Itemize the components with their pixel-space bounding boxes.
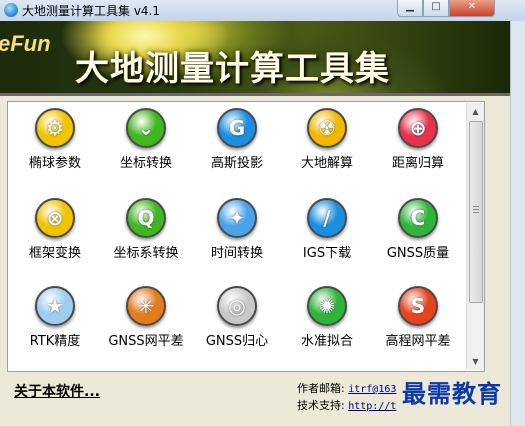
tool-label: 水准拟合 — [300, 334, 353, 349]
ring-icon: ◎ — [217, 286, 257, 326]
letter-s-icon: S — [398, 286, 438, 326]
icon-glyph: ★ — [46, 294, 64, 318]
tool-button[interactable]: G 高斯投影 — [192, 104, 282, 184]
tool-button[interactable]: ⚙ 椭球参数 — [10, 104, 100, 184]
grip-icon — [473, 206, 479, 214]
window-edge — [510, 21, 525, 426]
tool-label: IGS下载 — [302, 246, 352, 261]
icon-glyph: ✦ — [228, 206, 246, 230]
support-label: 技术支持: — [297, 399, 345, 412]
minimize-icon: ▁ — [406, 1, 414, 12]
watermark-text: 最需教育 — [402, 379, 502, 408]
vertical-scrollbar[interactable]: ▲ ▼ — [466, 103, 484, 370]
compass-icon: ✦ — [217, 198, 257, 238]
globe-icon: ⊗ — [35, 198, 75, 238]
radiation-icon: ☢ — [307, 108, 347, 148]
app-window: 大地测量计算工具集 v4.1 ▁ □ ✕ eFun 大地测量计算工具集 ⚙ 椭球参… — [0, 0, 525, 426]
letter-q-icon: Q — [126, 198, 166, 238]
support-link[interactable]: http://t — [348, 401, 396, 412]
tool-button[interactable]: S 高程网平差 — [373, 282, 463, 362]
network-icon: ✳ — [126, 286, 166, 326]
tool-label: 时间转换 — [210, 246, 263, 261]
tool-button[interactable]: Q 坐标系转换 — [101, 194, 191, 274]
letter-g-icon: G — [217, 108, 257, 148]
icon-glyph: / — [323, 206, 331, 230]
scroll-up-icon[interactable]: ▲ — [467, 103, 484, 120]
icon-glyph: Q — [137, 206, 155, 230]
tool-label: 距离归算 — [391, 156, 444, 171]
author-email[interactable]: itrf@163 — [348, 384, 396, 395]
maximize-button[interactable]: □ — [423, 0, 449, 17]
icon-glyph: ✺ — [318, 294, 336, 318]
tool-label: GNSS质量 — [386, 246, 450, 261]
icon-glyph: ◎ — [228, 294, 246, 318]
app-icon — [4, 3, 18, 17]
tool-button[interactable]: / IGS下载 — [282, 194, 372, 274]
brand-fragment: eFun — [0, 31, 51, 56]
gear-icon: ⚙ — [35, 108, 75, 148]
tool-label: RTK精度 — [29, 334, 81, 349]
icon-glyph: ✳ — [137, 294, 155, 318]
icon-glyph: C — [410, 206, 426, 230]
tool-button[interactable]: ⌄ 坐标转换 — [101, 104, 191, 184]
about-link[interactable]: 关于本软件... — [14, 381, 100, 401]
tool-button[interactable]: ✦ 时间转换 — [192, 194, 282, 274]
banner-title: 大地测量计算工具集 — [75, 49, 390, 89]
support-row: 技术支持: http://t — [297, 397, 396, 413]
scroll-down-icon[interactable]: ▼ — [467, 353, 484, 370]
crescent-icon: C — [398, 198, 438, 238]
banner-divider — [0, 93, 510, 96]
maximize-icon: □ — [431, 1, 441, 12]
tool-button[interactable]: ◎ GNSS归心 — [192, 282, 282, 362]
header-banner: eFun 大地测量计算工具集 — [0, 21, 510, 95]
tool-button[interactable]: ✺ 水准拟合 — [282, 282, 372, 362]
tool-label: 高斯投影 — [210, 156, 263, 171]
icon-glyph: ⊗ — [46, 206, 64, 230]
window-title: 大地测量计算工具集 v4.1 — [22, 4, 161, 18]
icon-glyph: ☢ — [318, 116, 336, 140]
author-label: 作者邮箱: — [297, 382, 345, 395]
tool-label: 坐标转换 — [119, 156, 172, 171]
icon-glyph: G — [228, 116, 246, 140]
close-icon: ✕ — [467, 1, 477, 12]
icon-glyph: ⚙ — [46, 116, 64, 140]
minimize-button[interactable]: ▁ — [397, 0, 423, 17]
double-chevron-down-icon: ⌄ — [126, 108, 166, 148]
close-button[interactable]: ✕ — [449, 0, 495, 17]
tool-label: GNSS网平差 — [108, 334, 184, 349]
tool-button[interactable]: ☢ 大地解算 — [282, 104, 372, 184]
tool-button[interactable]: C GNSS质量 — [373, 194, 463, 274]
spinner-icon: ✺ — [307, 286, 347, 326]
icon-glyph: ⊕ — [409, 116, 427, 140]
scroll-thumb[interactable] — [469, 121, 483, 303]
tool-label: 坐标系转换 — [113, 246, 179, 261]
author-email-row: 作者邮箱: itrf@163 — [297, 380, 396, 396]
tool-button[interactable]: ⊗ 框架变换 — [10, 194, 100, 274]
tool-label: 大地解算 — [300, 156, 353, 171]
tool-label: 高程网平差 — [385, 334, 451, 349]
star-icon: ★ — [35, 286, 75, 326]
tool-button[interactable]: ✳ GNSS网平差 — [101, 282, 191, 362]
title-bar[interactable]: 大地测量计算工具集 v4.1 ▁ □ ✕ — [0, 0, 525, 22]
target-icon: ⊕ — [398, 108, 438, 148]
slash-icon: / — [307, 198, 347, 238]
tool-label: GNSS归心 — [205, 334, 269, 349]
tool-button[interactable]: ⊕ 距离归算 — [373, 104, 463, 184]
icon-glyph: ⌄ — [137, 116, 155, 140]
tool-button[interactable]: ★ RTK精度 — [10, 282, 100, 362]
tool-label: 框架变换 — [28, 246, 81, 261]
icon-glyph: S — [410, 294, 426, 318]
tool-label: 椭球参数 — [28, 156, 81, 171]
